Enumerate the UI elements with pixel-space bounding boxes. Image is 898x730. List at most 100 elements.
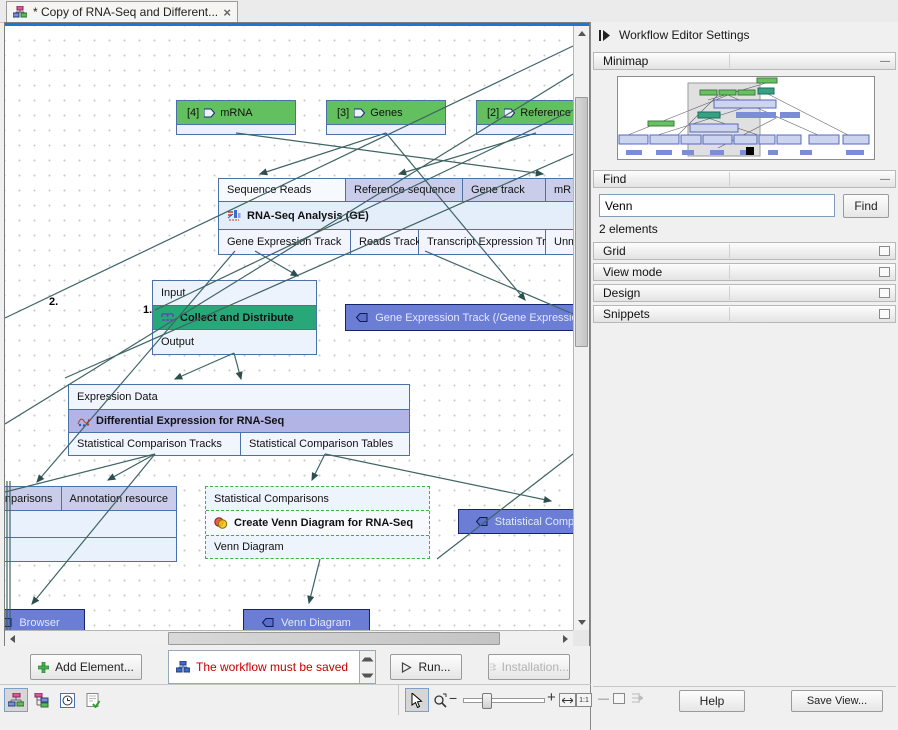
output-port[interactable]: Statistical Comparison Tables — [241, 433, 409, 455]
input-port-strip — [477, 124, 573, 134]
zoom-in-icon[interactable]: + — [547, 689, 556, 706]
node-rnaseq-analysis[interactable]: Sequence Reads Reference sequence Gene t… — [218, 178, 573, 255]
input-port[interactable]: nparisons — [5, 487, 62, 510]
input-port[interactable]: Gene track — [463, 179, 546, 201]
port-label: Gene track — [471, 184, 525, 196]
scroll-down-arrow-icon[interactable] — [574, 615, 589, 630]
section-header-design[interactable]: Design — [593, 284, 896, 302]
vertical-scrollbar[interactable] — [573, 26, 589, 630]
workflow-view-icon — [8, 693, 24, 707]
port-label: Transcript Expression Track — [427, 236, 563, 248]
hierarchy-view-button[interactable] — [29, 688, 53, 712]
canvas-frame: [4] mRNA [3] Genes [2] Reference — [4, 22, 590, 646]
horizontal-scrollbar[interactable] — [5, 630, 573, 646]
workflow-view-button[interactable] — [4, 688, 28, 712]
installation-button[interactable]: Installation... — [488, 654, 570, 680]
output-port[interactable]: Gene Expression Track — [219, 230, 351, 254]
zoom-out-icon[interactable]: − — [449, 690, 457, 706]
vertical-scroll-thumb[interactable] — [575, 97, 588, 347]
section-header-view-mode[interactable]: View mode — [593, 263, 896, 281]
section-header-find[interactable]: Find — — [593, 170, 896, 188]
status-down-arrow-icon[interactable] — [360, 667, 375, 683]
expand-section-icon[interactable] — [879, 267, 890, 277]
output-box-statistical[interactable]: Statistical Compa — [458, 509, 573, 534]
input-box-mrna[interactable]: [4] mRNA — [176, 100, 296, 135]
section-header-minimap[interactable]: Minimap — — [593, 52, 896, 70]
actual-size-button[interactable]: 1:1 — [576, 693, 592, 707]
workflow-tab[interactable]: * Copy of RNA-Seq and Different... × — [6, 1, 238, 22]
save-view-button[interactable]: Save View... — [791, 690, 883, 712]
tab-close-icon[interactable]: × — [223, 5, 231, 20]
help-button[interactable]: Help — [679, 690, 745, 712]
panel-header[interactable]: Workflow Editor Settings — [599, 28, 750, 42]
workflow-canvas[interactable]: [4] mRNA [3] Genes [2] Reference — [5, 26, 573, 630]
run-play-icon — [401, 662, 412, 673]
expand-section-icon[interactable] — [879, 246, 890, 256]
section-header-snippets[interactable]: Snippets — [593, 305, 896, 323]
find-input[interactable] — [599, 194, 835, 217]
output-port[interactable]: Unma — [546, 230, 573, 254]
node-title-row[interactable]: RNA-Seq Analysis (GE) — [219, 202, 573, 229]
input-port[interactable]: Reference sequence — [346, 179, 463, 201]
port-label: Statistical Comparisons — [214, 493, 329, 505]
output-box-venn-diagram[interactable]: Venn Diagram — [243, 609, 370, 630]
status-up-arrow-icon[interactable] — [360, 651, 375, 667]
minimize-section-icon[interactable]: — — [880, 56, 890, 67]
scroll-left-arrow-icon[interactable] — [5, 631, 20, 646]
input-port[interactable]: Annotation resource — [62, 487, 176, 510]
history-view-button[interactable] — [55, 688, 79, 712]
add-element-button[interactable]: Add Element... — [30, 654, 142, 680]
node-collect-distribute[interactable]: Input Collect and Distribute Output — [152, 280, 317, 355]
zoom-slider-thumb[interactable] — [482, 693, 492, 709]
node-title-row[interactable]: Differential Expression for RNA-Seq — [69, 409, 409, 433]
scroll-up-arrow-icon[interactable] — [574, 26, 589, 41]
port-label: Statistical Comparison Tables — [249, 438, 393, 450]
node-title: Create Venn Diagram for RNA-Seq — [234, 517, 413, 529]
horizontal-scroll-thumb[interactable] — [168, 632, 500, 645]
right-arrow-port-icon — [504, 108, 515, 118]
output-box-browser[interactable]: Browser — [5, 609, 85, 630]
input-box-genes[interactable]: [3] Genes — [326, 100, 446, 135]
port-label: Output — [161, 336, 194, 348]
element-info-view-button[interactable] — [81, 688, 105, 712]
scroll-right-arrow-icon[interactable] — [558, 631, 573, 646]
run-button[interactable]: Run... — [390, 654, 462, 680]
node-title-row[interactable]: Collect and Distribute — [153, 305, 316, 330]
expand-section-icon[interactable] — [879, 309, 890, 319]
section-label: Find — [603, 172, 626, 186]
output-box-gene-expression[interactable]: Gene Expression Track (/Gene Expression — [345, 304, 573, 331]
restore-view-icon[interactable] — [613, 693, 625, 704]
node-create-venn-diagram[interactable]: Statistical Comparisons Create Venn Diag… — [205, 486, 430, 559]
input-port[interactable]: Sequence Reads — [219, 179, 346, 201]
output-port[interactable]: Reads Track — [351, 230, 419, 254]
output-port[interactable] — [5, 538, 176, 561]
pointer-tool-button[interactable] — [405, 688, 429, 712]
hierarchy-view-icon — [34, 693, 49, 708]
input-port[interactable]: Statistical Comparisons — [206, 487, 429, 511]
input-port-strip — [327, 124, 445, 134]
node-left-partial[interactable]: nparisons Annotation resource — [5, 486, 177, 562]
node-title-row[interactable]: Create Venn Diagram for RNA-Seq — [206, 511, 429, 535]
fit-to-width-button[interactable] — [559, 693, 576, 707]
output-port[interactable]: Venn Diagram — [206, 535, 429, 558]
node-differential-expression[interactable]: Expression Data Differential Expression … — [68, 384, 410, 456]
node-title-row[interactable] — [5, 511, 176, 538]
minimize-section-icon[interactable]: — — [880, 174, 890, 185]
section-label: Grid — [603, 244, 626, 258]
node-title: Differential Expression for RNA-Seq — [96, 415, 284, 427]
installation-button-label: Installation... — [502, 660, 569, 674]
output-port[interactable]: Statistical Comparison Tracks — [69, 433, 241, 455]
output-port[interactable]: Transcript Expression Track — [419, 230, 546, 254]
input-box-reference[interactable]: [2] Reference — [476, 100, 573, 135]
expand-section-icon[interactable] — [879, 288, 890, 298]
input-port[interactable]: mR — [546, 179, 573, 201]
checklist-icon — [86, 693, 101, 708]
input-port[interactable]: Input — [153, 281, 316, 305]
find-button[interactable]: Find — [843, 194, 889, 218]
input-port[interactable]: Expression Data — [69, 385, 409, 409]
output-port[interactable]: Output — [153, 330, 316, 354]
zoom-slider[interactable] — [463, 698, 545, 703]
minimap[interactable] — [617, 76, 875, 160]
minimize-view-icon[interactable]: — — [598, 693, 609, 705]
section-header-grid[interactable]: Grid — [593, 242, 896, 260]
